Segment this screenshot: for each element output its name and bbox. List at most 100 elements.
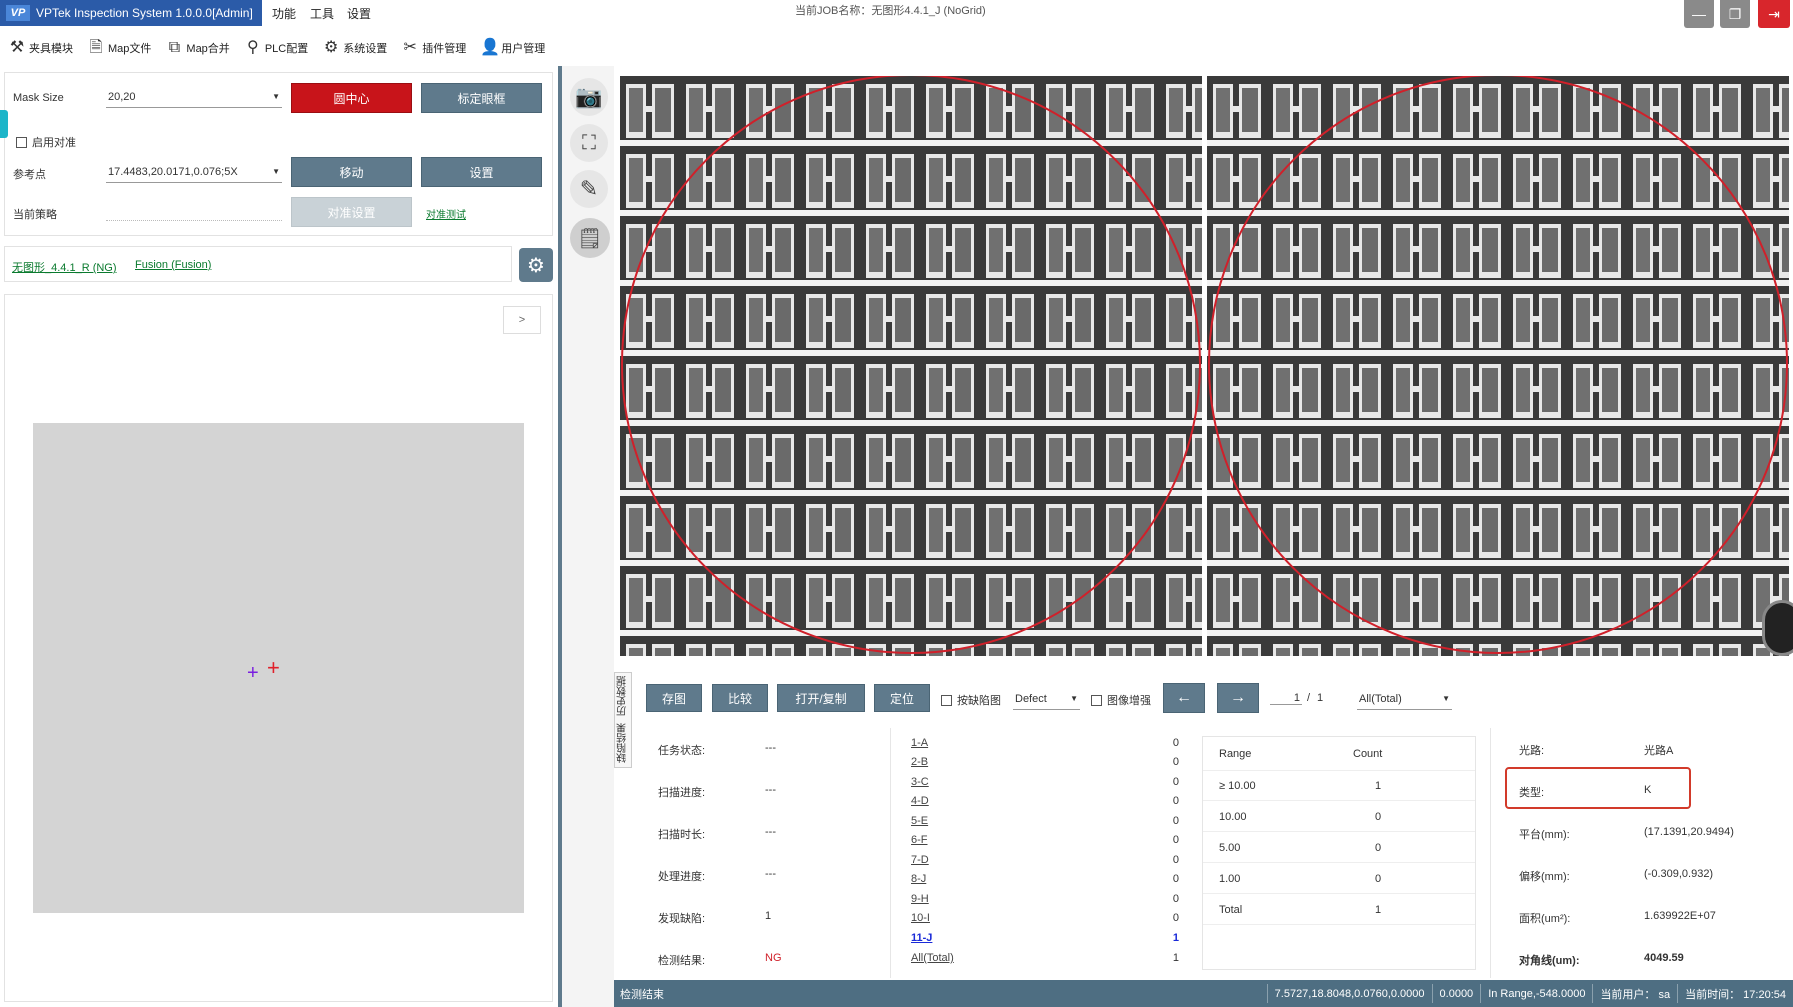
defect-class-link-active[interactable]: 11-J	[911, 932, 932, 944]
defect-class-link[interactable]: 1-A	[911, 737, 928, 749]
page-input[interactable]: 1	[1270, 692, 1302, 705]
compare-button[interactable]: 比较	[712, 684, 768, 712]
scan-progress-label: 扫描进度:	[658, 787, 706, 799]
set-button[interactable]: 设置	[421, 157, 542, 187]
wrench-icon: ⚒	[9, 39, 25, 56]
next-button[interactable]: →	[1217, 683, 1259, 713]
open-copy-button[interactable]: 打开/复制	[777, 684, 865, 712]
result-value: NG	[765, 952, 782, 964]
toolbar-label: 夹具模块	[29, 43, 73, 55]
ref-point-value: 17.4483,20.0171,0.076;5X	[108, 165, 238, 178]
tab-history-data[interactable]: 历史数据	[616, 677, 631, 717]
scan-duration-label: 扫描时长:	[658, 829, 706, 841]
app-title-block: VP VPTek Inspection System 1.0.0.0[Admin…	[0, 0, 262, 26]
status-message: 检测结束	[620, 988, 664, 1001]
status-user: 当前用户： sa	[1592, 984, 1677, 1003]
circle-center-button[interactable]: 圆中心	[291, 83, 412, 113]
table-row[interactable]: 1.00 0	[1203, 864, 1475, 894]
status-value: 0.0000	[1431, 984, 1481, 1003]
task-status-value: ---	[765, 742, 776, 754]
tools-icon: ✂	[403, 39, 417, 56]
header-count: Count	[1353, 747, 1383, 760]
locate-button[interactable]: 定位	[874, 684, 930, 712]
expand-button[interactable]: >	[503, 306, 541, 334]
page-separator: /	[1307, 692, 1311, 704]
prev-button[interactable]: ←	[1163, 683, 1205, 713]
save-image-button[interactable]: 存图	[646, 684, 702, 712]
inspection-image-left[interactable]	[620, 76, 1202, 656]
tab-defect-results[interactable]: 缺陷结果	[616, 724, 631, 764]
menu-tools[interactable]: 工具	[310, 0, 334, 26]
image-enhance-label: 图像增强	[1107, 695, 1151, 707]
recipe-link[interactable]: 无图形_4.4.1_R (NG)	[12, 259, 117, 275]
measure-button[interactable]: ✎	[570, 170, 608, 208]
defect-class-link[interactable]: 5-E	[911, 815, 928, 827]
calibrate-frame-button[interactable]: 标定眼框	[421, 83, 542, 113]
defect-class-link[interactable]: 2-B	[911, 756, 928, 768]
minimize-icon: —	[1692, 6, 1706, 22]
range-cell: 10.00	[1219, 810, 1247, 823]
status-bar: 检测结束 7.5727,18.8048,0.0760,0.0000 0.0000…	[614, 980, 1793, 1007]
user-manager-button[interactable]: 👤 用户管理	[480, 39, 545, 57]
checkbox-box[interactable]	[1091, 694, 1102, 706]
defect-select[interactable]: Defect ▼	[1013, 688, 1080, 710]
ref-point-select[interactable]: 17.4483,20.0171,0.076;5X ▼	[106, 161, 282, 183]
refresh-button[interactable]: ⚙	[519, 248, 553, 282]
filter-select-value: All(Total)	[1359, 692, 1402, 705]
diagonal-value: 4049.59	[1644, 952, 1684, 964]
align-test-link[interactable]: 对准测试	[426, 206, 466, 221]
plc-config-button[interactable]: ⚲ PLC配置	[244, 39, 308, 57]
defect-class-link[interactable]: 8-J	[911, 873, 926, 885]
camera-button[interactable]: 📷	[570, 78, 608, 116]
fit-image-button[interactable]: ⛶	[570, 124, 608, 162]
floating-nav-button[interactable]	[1762, 600, 1793, 656]
toolbar-label: Map合并	[186, 43, 230, 55]
table-row[interactable]: ≥ 10.00 1	[1203, 771, 1475, 801]
count-cell: 1	[1375, 779, 1382, 792]
maximize-button[interactable]: ❐	[1720, 0, 1750, 28]
table-row[interactable]: Total 1	[1203, 895, 1475, 925]
map-merge-button[interactable]: ⧉ Map合并	[165, 39, 230, 57]
defect-class-link[interactable]: 9-H	[911, 893, 929, 905]
fixture-module-button[interactable]: ⚒ 夹具模块	[8, 39, 73, 57]
optical-path-value: 光路A	[1644, 745, 1674, 757]
report-button[interactable]: 🗒	[570, 218, 610, 258]
checkbox-box[interactable]	[16, 136, 27, 148]
menu-settings[interactable]: 设置	[347, 0, 371, 26]
by-defect-checkbox[interactable]: 按缺陷图	[941, 692, 1001, 708]
plugin-manager-button[interactable]: ✂ 插件管理	[401, 39, 467, 57]
system-settings-button[interactable]: ⚙ 系统设置	[322, 39, 387, 57]
image-enhance-checkbox[interactable]: 图像增强	[1091, 692, 1151, 708]
defect-total-link[interactable]: All(Total)	[911, 952, 954, 964]
mask-size-select[interactable]: 20,20 ▼	[106, 86, 282, 108]
toolbar-label: 插件管理	[422, 43, 467, 55]
ref-point-label: 参考点	[13, 169, 46, 181]
wafer-map-area[interactable]: + +	[33, 423, 524, 913]
enable-align-checkbox[interactable]: 启用对准	[16, 134, 76, 150]
table-row[interactable]: 5.00 0	[1203, 833, 1475, 863]
table-row[interactable]: 10.00 0	[1203, 802, 1475, 832]
defect-class-link[interactable]: 3-C	[911, 776, 929, 788]
defect-class-link[interactable]: 10-I	[911, 912, 930, 924]
report-icon: 🗒	[577, 227, 603, 250]
align-settings-button: 对准设置	[291, 197, 412, 227]
defect-class-count: 0	[1172, 854, 1179, 866]
move-button[interactable]: 移动	[291, 157, 412, 187]
range-cell: 1.00	[1219, 872, 1241, 885]
menu-function[interactable]: 功能	[272, 0, 296, 26]
defect-class-link[interactable]: 6-F	[911, 834, 928, 846]
inspection-image-right[interactable]	[1207, 76, 1789, 656]
diagonal-label: 对角线(um):	[1519, 955, 1580, 967]
defect-class-count: 0	[1172, 873, 1179, 885]
side-handle[interactable]	[0, 110, 8, 138]
minimize-button[interactable]: —	[1684, 0, 1714, 28]
filter-select[interactable]: All(Total) ▼	[1357, 688, 1452, 710]
defect-class-link[interactable]: 7-D	[911, 854, 929, 866]
defect-class-link[interactable]: 4-D	[911, 795, 929, 807]
mask-size-value: 20,20	[108, 90, 136, 103]
checkbox-box[interactable]	[941, 694, 952, 706]
inspection-image-area[interactable]	[620, 76, 1790, 656]
fusion-link[interactable]: Fusion (Fusion)	[135, 259, 211, 271]
map-file-button[interactable]: 🗎 Map文件	[87, 39, 152, 57]
exit-button[interactable]: ⇥	[1758, 0, 1790, 28]
